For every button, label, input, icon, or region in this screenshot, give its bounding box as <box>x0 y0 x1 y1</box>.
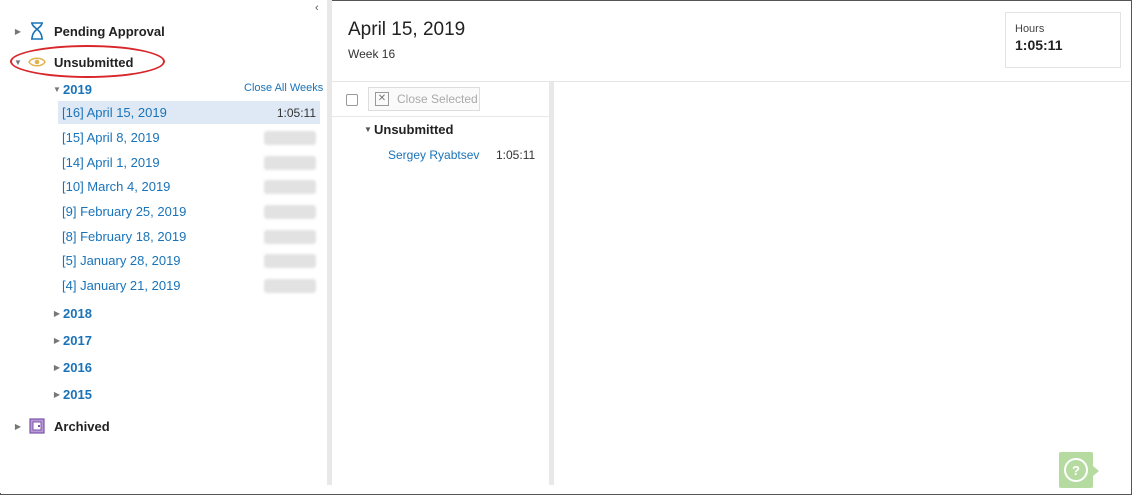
year-node[interactable]: ▶ 2017 <box>52 329 92 351</box>
tree-node-unsubmitted[interactable]: ▼ Unsubmitted <box>0 50 133 74</box>
week-label: [14] April 1, 2019 <box>62 155 160 170</box>
week-item[interactable]: [15] April 8, 2019 <box>58 126 320 149</box>
collapse-arrow-icon[interactable]: ▼ <box>12 58 24 67</box>
expand-arrow-icon[interactable]: ▶ <box>12 422 24 431</box>
week-item[interactable]: [5] January 28, 2019 <box>58 249 320 272</box>
help-button[interactable]: ? <box>1059 452 1099 488</box>
panel-splitter[interactable] <box>549 82 554 485</box>
member-hours: 1:05:11 <box>496 148 536 162</box>
year-node-2019[interactable]: ▼ 2019 <box>52 78 92 100</box>
week-label: [16] April 15, 2019 <box>62 105 167 120</box>
archive-box-icon <box>28 417 46 435</box>
week-label: [10] March 4, 2019 <box>62 179 171 194</box>
year-node[interactable]: ▶ 2018 <box>52 302 92 324</box>
hours-value: 1:05:11 <box>1015 37 1063 53</box>
toolbar-divider <box>332 116 549 117</box>
week-hours-blurred <box>264 229 316 244</box>
week-hours-blurred <box>264 155 316 170</box>
expand-arrow-icon[interactable]: ▶ <box>12 27 24 36</box>
year-node[interactable]: ▶ 2016 <box>52 356 92 378</box>
year-label: 2019 <box>63 81 92 97</box>
week-label: [8] February 18, 2019 <box>62 229 187 244</box>
year-node[interactable]: ▶ 2015 <box>52 383 92 405</box>
week-item[interactable]: [16] April 15, 2019 1:05:11 <box>58 101 320 124</box>
week-label: [5] January 28, 2019 <box>62 253 181 268</box>
group-label: Unsubmitted <box>374 122 454 137</box>
week-item[interactable]: [14] April 1, 2019 <box>58 151 320 174</box>
week-label: [4] January 21, 2019 <box>62 278 181 293</box>
hourglass-icon <box>28 22 46 40</box>
hours-label: Hours <box>1015 23 1045 35</box>
week-item[interactable]: [10] March 4, 2019 <box>58 175 320 198</box>
year-label: 2015 <box>63 386 92 402</box>
year-label: 2017 <box>63 332 92 348</box>
collapse-panel-icon[interactable]: ‹ <box>315 2 319 14</box>
member-link[interactable]: Sergey Ryabtsev <box>388 148 479 162</box>
expand-arrow-icon[interactable]: ▶ <box>52 336 62 345</box>
year-label: 2016 <box>63 359 92 375</box>
week-hours-blurred <box>264 204 316 219</box>
close-all-weeks-link[interactable]: Close All Weeks <box>244 82 323 94</box>
close-selected-button[interactable]: ✕ Close Selected <box>368 87 480 111</box>
group-unsubmitted[interactable]: ▼ Unsubmitted <box>363 122 453 137</box>
week-label: [9] February 25, 2019 <box>62 204 187 219</box>
week-label: [15] April 8, 2019 <box>62 130 160 145</box>
hours-summary-card: Hours 1:05:11 <box>1005 12 1121 68</box>
close-selected-label: Close Selected <box>397 92 478 106</box>
week-item[interactable]: [8] February 18, 2019 <box>58 225 320 248</box>
tree-node-label: Pending Approval <box>54 23 165 39</box>
collapse-arrow-icon[interactable]: ▼ <box>52 85 62 94</box>
left-tree-panel: ‹ ▶ Pending Approval ▼ Unsubmitted ▼ 201… <box>0 0 327 493</box>
collapse-arrow-icon[interactable]: ▼ <box>363 125 373 134</box>
tree-node-label: Archived <box>54 418 110 434</box>
select-all-checkbox[interactable] <box>346 94 358 106</box>
tree-node-pending-approval[interactable]: ▶ Pending Approval <box>0 19 165 43</box>
expand-arrow-icon[interactable]: ▶ <box>52 363 62 372</box>
page-title: April 15, 2019 <box>348 19 466 40</box>
question-icon: ? <box>1064 458 1088 482</box>
eye-icon <box>28 53 46 71</box>
expand-arrow-icon[interactable]: ▶ <box>52 390 62 399</box>
timesheet-list-panel <box>332 82 550 485</box>
expand-arrow-icon[interactable]: ▶ <box>52 309 62 318</box>
week-item[interactable]: [4] January 21, 2019 <box>58 274 320 297</box>
tree-node-label: Unsubmitted <box>54 54 134 70</box>
tree-node-archived[interactable]: ▶ Archived <box>0 414 110 438</box>
week-hours-blurred <box>264 253 316 268</box>
close-box-icon: ✕ <box>375 92 389 106</box>
week-hours: 1:05:11 <box>276 105 316 120</box>
week-subtitle: Week 16 <box>348 47 396 61</box>
week-hours-blurred <box>264 179 316 194</box>
week-hours-blurred <box>264 130 316 145</box>
year-label: 2018 <box>63 305 92 321</box>
week-item[interactable]: [9] February 25, 2019 <box>58 200 320 223</box>
week-hours-blurred <box>264 278 316 293</box>
